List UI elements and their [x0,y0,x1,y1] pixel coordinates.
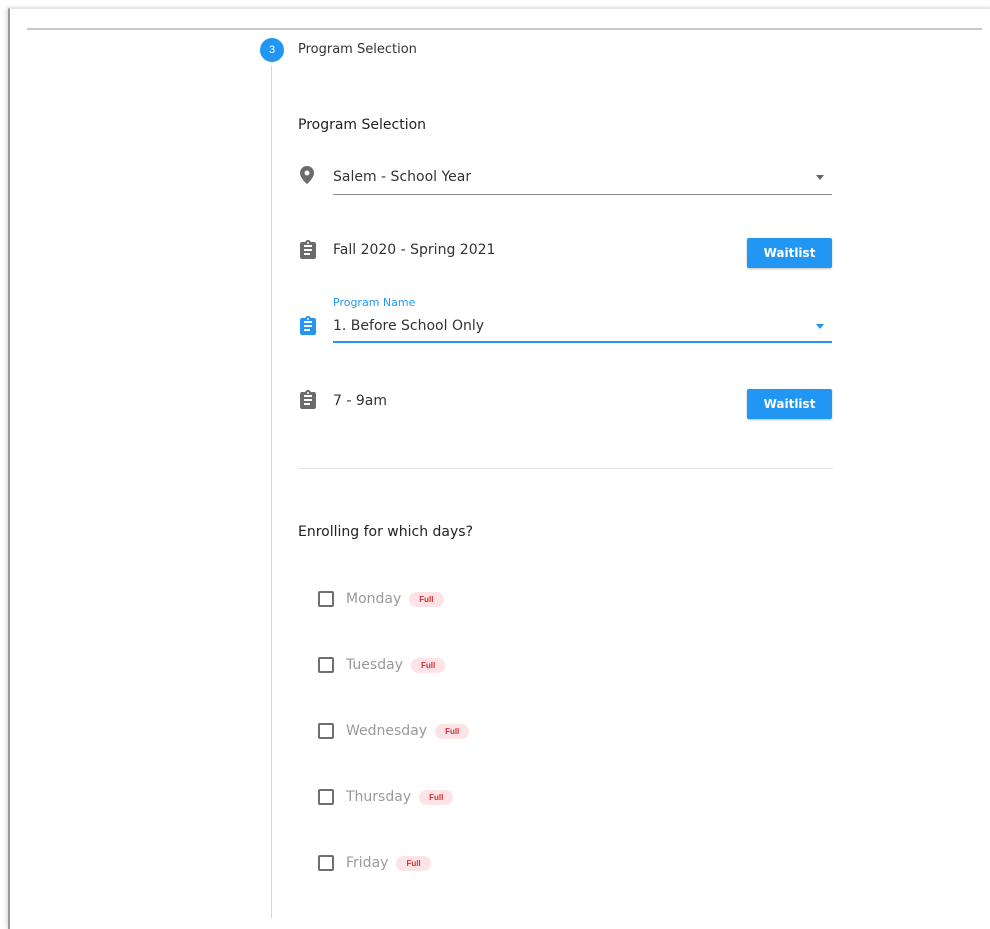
clipboard-icon [300,390,316,414]
location-underline [333,194,832,195]
time-slot-waitlist-button[interactable]: Waitlist [747,389,832,419]
full-badge: Full [419,789,454,805]
time-slot-value: 7 - 9am [333,393,387,409]
location-value: Salem - School Year [333,169,472,185]
day-option-monday[interactable]: Monday Full [318,587,444,611]
tuesday-checkbox[interactable] [318,657,334,673]
friday-checkbox[interactable] [318,855,334,871]
chevron-down-icon [816,175,824,180]
full-badge: Full [409,591,444,607]
stepper-connector-line [271,66,272,918]
day-label: Wednesday [346,723,428,739]
term-row: Fall 2020 - Spring 2021 Waitlist [300,238,832,270]
thursday-checkbox[interactable] [318,789,334,805]
wednesday-checkbox[interactable] [318,723,334,739]
location-select[interactable]: Salem - School Year [300,162,832,196]
program-name-select[interactable]: Program Name 1. Before School Only [300,296,832,344]
day-label: Tuesday [346,657,403,673]
day-label: Thursday [346,789,412,805]
day-option-friday[interactable]: Friday Full [318,851,431,875]
term-value: Fall 2020 - Spring 2021 [333,242,496,258]
term-waitlist-button[interactable]: Waitlist [747,238,832,268]
full-badge: Full [435,723,470,739]
time-slot-row: 7 - 9am Waitlist [300,389,832,421]
days-question: Enrolling for which days? [298,524,474,540]
day-label: Monday [346,591,402,607]
section-title: Program Selection [298,117,427,133]
day-option-thursday[interactable]: Thursday Full [318,785,454,809]
day-label: Friday [346,855,389,871]
monday-checkbox[interactable] [318,591,334,607]
map-pin-icon [300,166,314,189]
full-badge: Full [396,855,431,871]
section-divider [298,468,833,469]
step-title[interactable]: Program Selection [298,42,417,57]
chevron-down-icon [816,324,824,329]
clipboard-icon [300,240,316,264]
full-badge: Full [410,657,446,673]
program-name-underline [333,341,832,343]
program-name-value: 1. Before School Only [333,318,485,334]
clipboard-icon [300,316,316,340]
day-option-tuesday[interactable]: Tuesday Full [318,653,446,677]
program-name-label: Program Name [333,296,416,309]
step-number-badge: 3 [260,38,284,62]
day-option-wednesday[interactable]: Wednesday Full [318,719,470,743]
top-divider [27,28,982,30]
